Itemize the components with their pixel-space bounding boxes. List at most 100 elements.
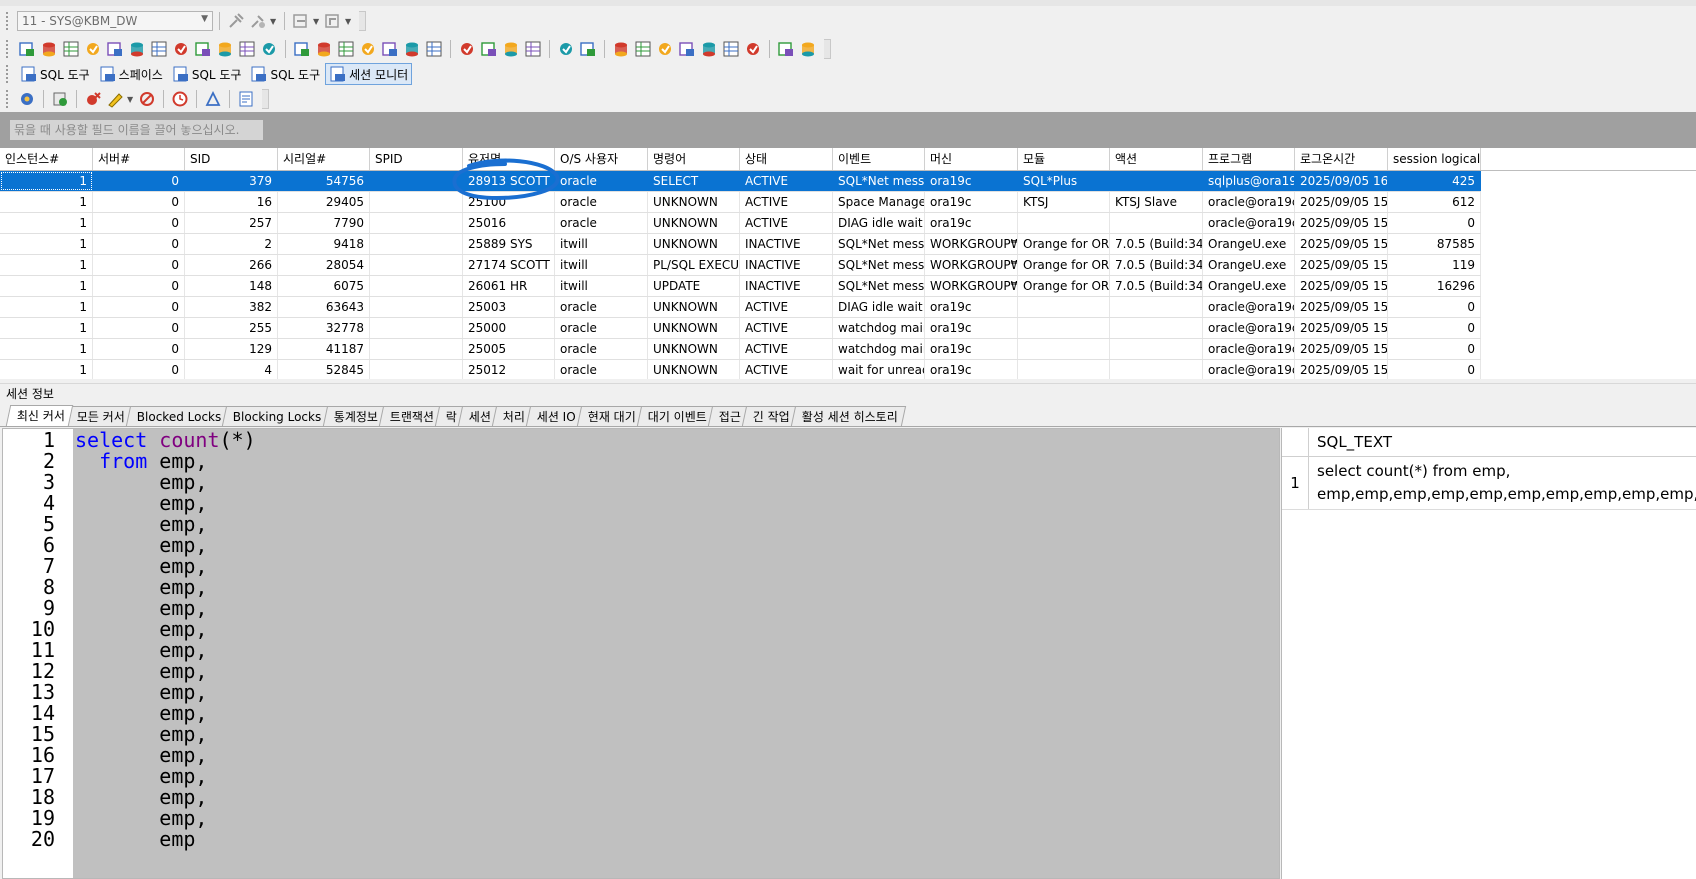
connection-select[interactable]: 11 - SYS@KBM_DW ▼ <box>17 11 213 31</box>
export-icon[interactable] <box>358 39 378 59</box>
table-row[interactable]: 1 0 255 32778 25000 oracle UNKNOWN ACTIVE watchd… <box>0 318 1481 339</box>
settings-icon[interactable] <box>17 89 37 109</box>
sql-editor[interactable]: 1 2 3 4 5 6 7 8 9 10 11 12 13 14 15 16 17 18 19 20 select c… <box>2 428 1280 879</box>
clock-icon[interactable] <box>170 89 190 109</box>
code-line[interactable]: emp, <box>75 766 207 787</box>
code-line[interactable]: select count(*) <box>75 430 256 451</box>
query-builder-icon[interactable] <box>83 39 103 59</box>
explain-plan-icon[interactable] <box>203 89 223 109</box>
window-button-3[interactable]: SQL 도구 <box>246 63 324 85</box>
column-header[interactable]: 이벤트 <box>833 148 925 170</box>
table-row[interactable]: 1 0 2 9418 25889 SYS itwill UNKNOWN INACTIVE SQL… <box>0 234 1481 255</box>
result-column-header[interactable]: SQL_TEXT <box>1308 428 1392 456</box>
storage-alt-icon[interactable] <box>523 39 543 59</box>
sql-monitor-icon[interactable] <box>292 39 312 59</box>
column-header[interactable]: 상태 <box>740 148 833 170</box>
table-row[interactable]: 1 0 148 6075 26061 HR itwill UPDATE INACTIVE SQL… <box>0 276 1481 297</box>
toolbar-grip[interactable] <box>6 40 11 58</box>
code-line[interactable]: emp, <box>75 787 207 808</box>
database-icon[interactable] <box>149 39 169 59</box>
rsh-icon[interactable] <box>424 39 444 59</box>
code-line[interactable]: emp, <box>75 724 207 745</box>
monitor-icon[interactable] <box>776 39 796 59</box>
sql-text-result[interactable]: SQL_TEXT 1 select count(*) from emp, emp… <box>1281 428 1696 879</box>
code-line[interactable]: emp, <box>75 493 207 514</box>
column-header[interactable]: 모듈 <box>1018 148 1110 170</box>
chevron-down-icon[interactable]: ▼ <box>345 17 353 26</box>
table-row[interactable]: 1 0 4 52845 25012 oracle UNKNOWN ACTIVE wait for… <box>0 360 1481 379</box>
column-header[interactable]: 시리얼# <box>278 148 370 170</box>
column-header[interactable]: 로그온시간 <box>1295 148 1388 170</box>
code-line[interactable]: emp, <box>75 598 207 619</box>
code-line[interactable]: emp <box>75 829 195 850</box>
tab-1[interactable]: 모든 커서 <box>65 406 134 426</box>
code-line[interactable]: emp, <box>75 745 207 766</box>
tab-11[interactable]: 대기 이벤트 <box>637 406 716 426</box>
table-row[interactable]: 1 0 129 41187 25005 oracle UNKNOWN ACTIVE watchd… <box>0 339 1481 360</box>
code-line[interactable]: emp, <box>75 472 207 493</box>
sql-editor-icon[interactable] <box>17 39 37 59</box>
compile-icon[interactable] <box>237 39 257 59</box>
column-header[interactable]: 프로그램 <box>1203 148 1295 170</box>
trace-icon[interactable] <box>105 89 125 109</box>
code-area[interactable]: select count(*) from emp, emp, emp, emp,… <box>73 429 1279 878</box>
kill-session-icon[interactable] <box>83 89 103 109</box>
tab-4[interactable]: 통계정보 <box>322 406 387 426</box>
tools-icon[interactable] <box>105 39 125 59</box>
backup-icon[interactable] <box>611 39 631 59</box>
calendar-icon[interactable] <box>699 39 719 59</box>
toolbar-grip[interactable] <box>6 65 11 83</box>
column-header[interactable]: 인스턴스# <box>0 148 93 170</box>
column-header[interactable]: 머신 <box>925 148 1018 170</box>
code-line[interactable]: emp, <box>75 577 207 598</box>
tab-14[interactable]: 활성 세션 히스토리 <box>791 406 907 426</box>
result-cell[interactable]: select count(*) from emp, emp,emp,emp,em… <box>1317 460 1696 506</box>
commit-icon[interactable] <box>291 11 311 31</box>
tab-10[interactable]: 현재 대기 <box>577 406 645 426</box>
table-icon[interactable] <box>193 39 213 59</box>
code-line[interactable]: emp, <box>75 556 207 577</box>
column-header[interactable]: 명령어 <box>648 148 740 170</box>
properties-icon[interactable] <box>236 89 256 109</box>
user-icon[interactable] <box>633 39 653 59</box>
table-row[interactable]: 1 0 16 29405 25100 oracle UNKNOWN ACTIVE Space M… <box>0 192 1481 213</box>
disconnect-icon[interactable] <box>248 11 268 31</box>
window-icon[interactable] <box>798 39 818 59</box>
table-row[interactable]: 1 0 379 54756 28913 SCOTT oracle SELECT ACTIVE S… <box>0 171 1481 192</box>
session-tool-icon[interactable] <box>314 39 334 59</box>
table-row[interactable]: 1 0 382 63643 25003 oracle UNKNOWN ACTIVE DIAG i… <box>0 297 1481 318</box>
tab-9[interactable]: 세션 IO <box>526 406 585 426</box>
table-space-icon[interactable] <box>479 39 499 59</box>
code-line[interactable]: emp, <box>75 619 207 640</box>
code-line[interactable]: emp, <box>75 703 207 724</box>
grouping-panel[interactable]: 묶을 때 사용할 필드 이름을 끌어 놓으십시오. <box>0 112 1696 148</box>
tab-0[interactable]: 최신 커서 <box>5 405 74 426</box>
table-edit-icon[interactable] <box>457 39 477 59</box>
window-button-4[interactable]: 세션 모니터 <box>325 63 413 85</box>
chevron-down-icon[interactable]: ▼ <box>313 17 321 26</box>
code-line[interactable]: emp, <box>75 535 207 556</box>
report-icon[interactable] <box>259 39 279 59</box>
column-header[interactable]: session logical r... <box>1388 148 1481 170</box>
result-row[interactable]: 1 select count(*) from emp, emp,emp,emp,… <box>1282 457 1696 510</box>
code-line[interactable]: emp, <box>75 640 207 661</box>
code-line[interactable]: emp, <box>75 682 207 703</box>
window-button-0[interactable]: SQL 도구 <box>16 63 94 85</box>
schema-icon[interactable] <box>171 39 191 59</box>
chevron-down-icon[interactable]: ▼ <box>270 17 278 26</box>
column-header[interactable]: SID <box>185 148 278 170</box>
toolbar-grip[interactable] <box>6 90 11 108</box>
security-icon[interactable] <box>655 39 675 59</box>
tab-13[interactable]: 긴 작업 <box>742 406 799 426</box>
chevron-down-icon[interactable]: ▼ <box>127 95 135 104</box>
code-line[interactable]: emp, <box>75 661 207 682</box>
window-button-2[interactable]: SQL 도구 <box>168 63 246 85</box>
script-icon[interactable] <box>556 39 576 59</box>
tab-3[interactable]: Blocking Locks <box>222 406 331 426</box>
trace-file-icon[interactable] <box>402 39 422 59</box>
dba-icon[interactable] <box>578 39 598 59</box>
chart-icon[interactable] <box>743 39 763 59</box>
result-corner[interactable] <box>1282 428 1309 456</box>
code-line[interactable]: from emp, <box>75 451 207 472</box>
code-line[interactable]: emp, <box>75 514 207 535</box>
